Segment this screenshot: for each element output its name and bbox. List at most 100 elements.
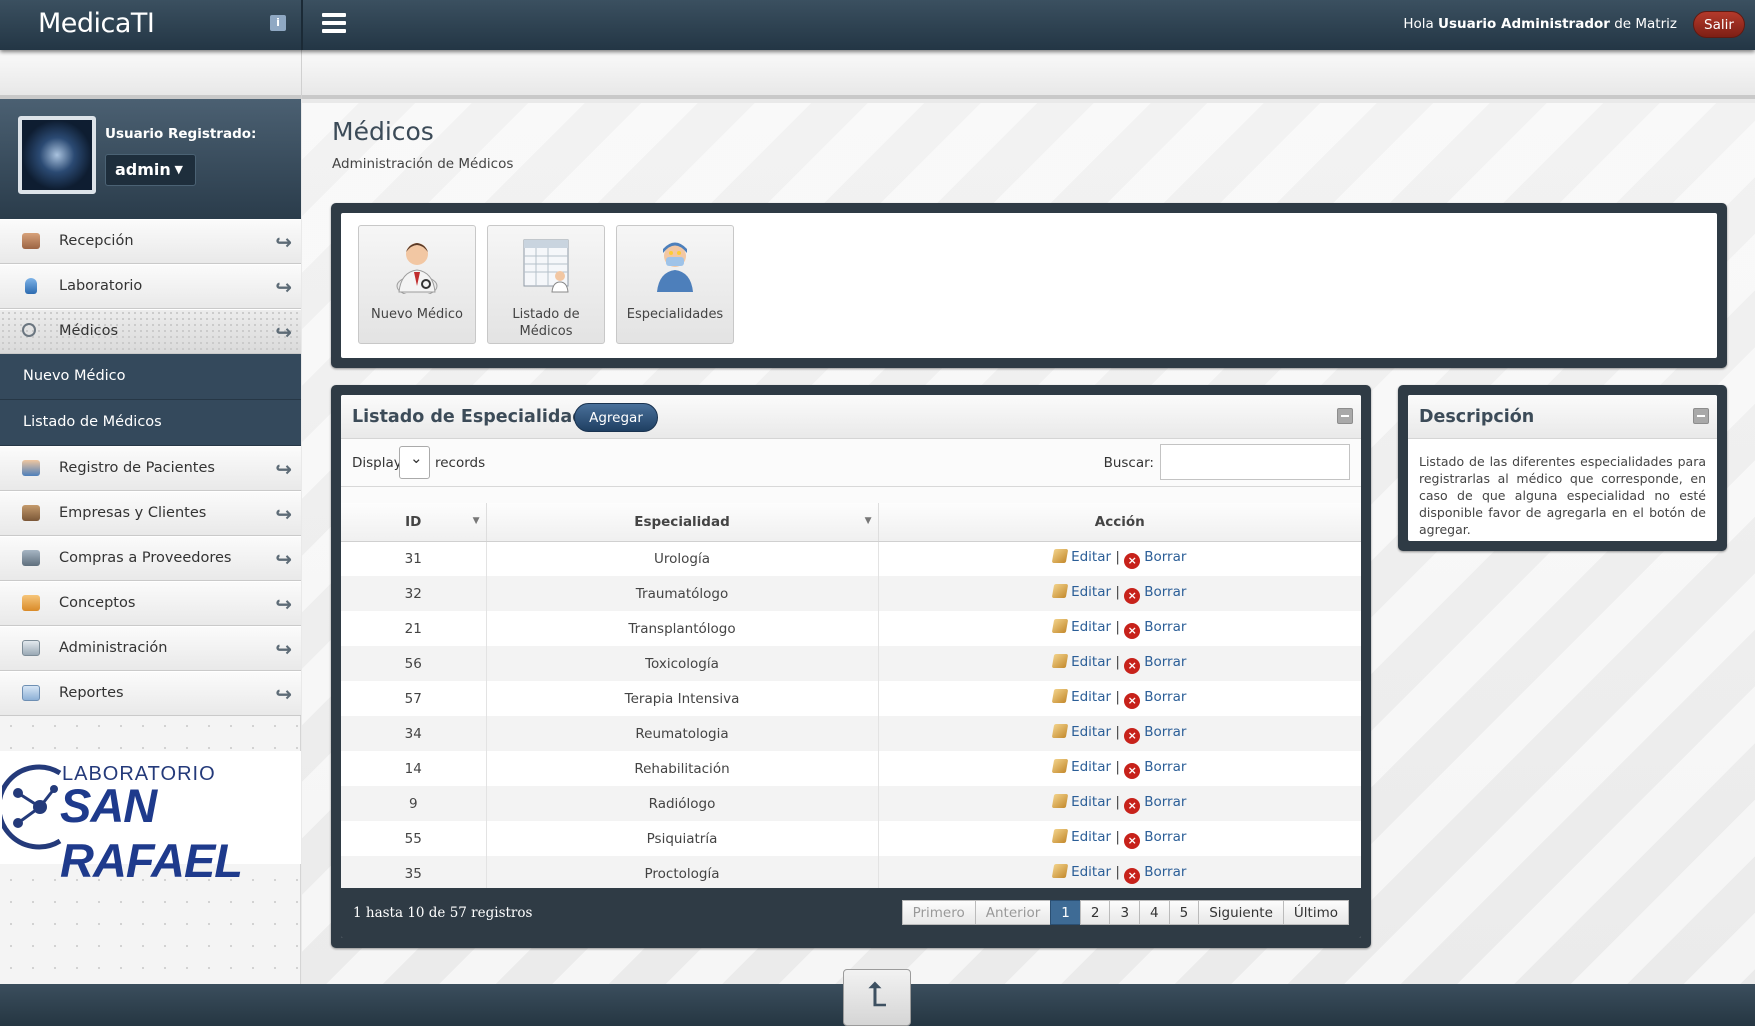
pencil-icon bbox=[1051, 828, 1069, 843]
edit-link[interactable]: Editar bbox=[1071, 689, 1111, 705]
description-text: Listado de las diferentes especialidades… bbox=[1419, 454, 1706, 537]
delete-link[interactable]: Borrar bbox=[1144, 864, 1186, 880]
edit-link[interactable]: Editar bbox=[1071, 619, 1111, 635]
sidebar-item-label: Recepción bbox=[59, 233, 134, 249]
cell-id: 56 bbox=[341, 646, 487, 681]
sidebar-item-laboratorio[interactable]: Laboratorio ↪ bbox=[0, 264, 301, 309]
sidebar-item-administracion[interactable]: Administración ↪ bbox=[0, 626, 301, 671]
delete-icon: × bbox=[1124, 622, 1141, 639]
cell-id: 57 bbox=[341, 681, 487, 716]
brand-line2: SAN RAFAEL bbox=[60, 779, 243, 887]
delete-link[interactable]: Borrar bbox=[1144, 654, 1186, 670]
delete-link[interactable]: Borrar bbox=[1144, 584, 1186, 600]
delete-link[interactable]: Borrar bbox=[1144, 549, 1186, 565]
minimize-icon[interactable] bbox=[1693, 408, 1709, 424]
info-icon[interactable]: i bbox=[270, 15, 286, 31]
cell-actions: Editar | × Borrar bbox=[878, 646, 1361, 681]
pencil-icon bbox=[1051, 653, 1069, 668]
arrow-right-icon: ↪ bbox=[275, 320, 292, 344]
back-to-top-icon[interactable]: ⮤ bbox=[843, 969, 911, 1026]
sidebar-item-recepcion[interactable]: Recepción ↪ bbox=[0, 219, 301, 264]
pager-first[interactable]: Primero bbox=[901, 900, 976, 925]
submenu-nuevo-medico[interactable]: Nuevo Médico bbox=[0, 354, 301, 400]
cell-actions: Editar | × Borrar bbox=[878, 786, 1361, 821]
action-separator: | bbox=[1115, 653, 1120, 670]
edit-link[interactable]: Editar bbox=[1071, 724, 1111, 740]
pager-page-1[interactable]: 1 bbox=[1050, 900, 1081, 925]
delete-icon: × bbox=[1124, 587, 1141, 604]
caret-down-icon: ▼ bbox=[174, 163, 183, 176]
sidebar-item-label: Laboratorio bbox=[59, 278, 143, 294]
panel-header: Listado de Especialidades Agregar bbox=[341, 395, 1361, 439]
delete-link[interactable]: Borrar bbox=[1144, 689, 1186, 705]
records-info: 1 hasta 10 de 57 registros bbox=[353, 905, 533, 921]
doctor-icon bbox=[396, 243, 438, 294]
delete-link[interactable]: Borrar bbox=[1144, 759, 1186, 775]
records-per-page-select[interactable] bbox=[399, 446, 430, 479]
edit-link[interactable]: Editar bbox=[1071, 759, 1111, 775]
pager-prev[interactable]: Anterior bbox=[974, 900, 1052, 925]
sidebar-item-reportes[interactable]: Reportes ↪ bbox=[0, 671, 301, 716]
shortcut-especialidades[interactable]: Especialidades bbox=[616, 225, 734, 344]
delete-link[interactable]: Borrar bbox=[1144, 724, 1186, 740]
shortcut-listado-medicos[interactable]: Listado de Médicos bbox=[487, 225, 605, 344]
arrow-right-icon: ↪ bbox=[275, 230, 292, 254]
pager-next[interactable]: Siguiente bbox=[1198, 900, 1284, 925]
app-logo[interactable]: MedicaTI bbox=[38, 8, 155, 39]
pencil-icon bbox=[1051, 583, 1069, 598]
sidebar-item-registro-pacientes[interactable]: Registro de Pacientes ↪ bbox=[0, 446, 301, 491]
submenu-listado-medicos[interactable]: Listado de Médicos bbox=[0, 400, 301, 446]
column-header-especialidad[interactable]: Especialidad ▼ bbox=[486, 503, 879, 542]
sidebar-item-compras[interactable]: Compras a Proveedores ↪ bbox=[0, 536, 301, 581]
pager-last[interactable]: Último bbox=[1282, 900, 1349, 925]
action-separator: | bbox=[1115, 548, 1120, 565]
cell-id: 31 bbox=[341, 541, 487, 576]
sidebar-item-medicos[interactable]: Médicos ↪ bbox=[0, 309, 301, 354]
cell-actions: Editar | × Borrar bbox=[878, 751, 1361, 786]
cell-especialidad: Rehabilitación bbox=[486, 751, 879, 786]
column-header-id[interactable]: ID ▼ bbox=[341, 503, 487, 542]
delete-link[interactable]: Borrar bbox=[1144, 794, 1186, 810]
edit-link[interactable]: Editar bbox=[1071, 654, 1111, 670]
pencil-icon bbox=[1051, 723, 1069, 738]
logout-button[interactable]: Salir bbox=[1693, 11, 1745, 38]
pager-page-5[interactable]: 5 bbox=[1168, 900, 1200, 925]
sidebar-item-empresas[interactable]: Empresas y Clientes ↪ bbox=[0, 491, 301, 536]
sidebar-item-label: Administración bbox=[59, 640, 168, 656]
cell-especialidad: Reumatologia bbox=[486, 716, 879, 751]
arrow-right-icon: ↪ bbox=[275, 547, 292, 571]
shortcut-nuevo-medico[interactable]: Nuevo Médico bbox=[358, 225, 476, 344]
cell-especialidad: Terapia Intensiva bbox=[486, 681, 879, 716]
edit-link[interactable]: Editar bbox=[1071, 864, 1111, 880]
delete-link[interactable]: Borrar bbox=[1144, 619, 1186, 635]
cell-especialidad: Psiquiatría bbox=[486, 821, 879, 856]
sort-icon: ▼ bbox=[472, 516, 480, 526]
edit-link[interactable]: Editar bbox=[1071, 549, 1111, 565]
arrow-right-icon: ↪ bbox=[275, 502, 292, 526]
action-separator: | bbox=[1115, 793, 1120, 810]
shortcut-label: Nuevo Médico bbox=[371, 307, 463, 322]
sidebar-menu: Recepción ↪ Laboratorio ↪ Médicos ↪ Nuev… bbox=[0, 219, 301, 716]
sidebar-item-conceptos[interactable]: Conceptos ↪ bbox=[0, 581, 301, 626]
add-button[interactable]: Agregar bbox=[574, 403, 658, 432]
search-input[interactable] bbox=[1160, 444, 1350, 480]
greeting-prefix: Hola bbox=[1403, 16, 1434, 32]
user-select[interactable]: admin ▼ bbox=[105, 154, 196, 186]
pager-page-2[interactable]: 2 bbox=[1079, 900, 1111, 925]
cell-id: 21 bbox=[341, 611, 487, 646]
pencil-icon bbox=[1051, 688, 1069, 703]
pager-page-4[interactable]: 4 bbox=[1139, 900, 1170, 925]
delete-link[interactable]: Borrar bbox=[1144, 829, 1186, 845]
edit-link[interactable]: Editar bbox=[1071, 584, 1111, 600]
hamburger-icon[interactable] bbox=[322, 13, 346, 35]
sofa-icon bbox=[22, 233, 40, 249]
cell-actions: Editar | × Borrar bbox=[878, 716, 1361, 751]
admin-icon bbox=[22, 640, 40, 656]
edit-link[interactable]: Editar bbox=[1071, 829, 1111, 845]
panel-title: Descripción bbox=[1419, 407, 1535, 427]
minimize-icon[interactable] bbox=[1337, 408, 1353, 424]
edit-link[interactable]: Editar bbox=[1071, 794, 1111, 810]
cell-id: 14 bbox=[341, 751, 487, 786]
pager-page-3[interactable]: 3 bbox=[1109, 900, 1141, 925]
table-header-row: ID ▼ Especialidad ▼ Acción bbox=[341, 503, 1361, 542]
